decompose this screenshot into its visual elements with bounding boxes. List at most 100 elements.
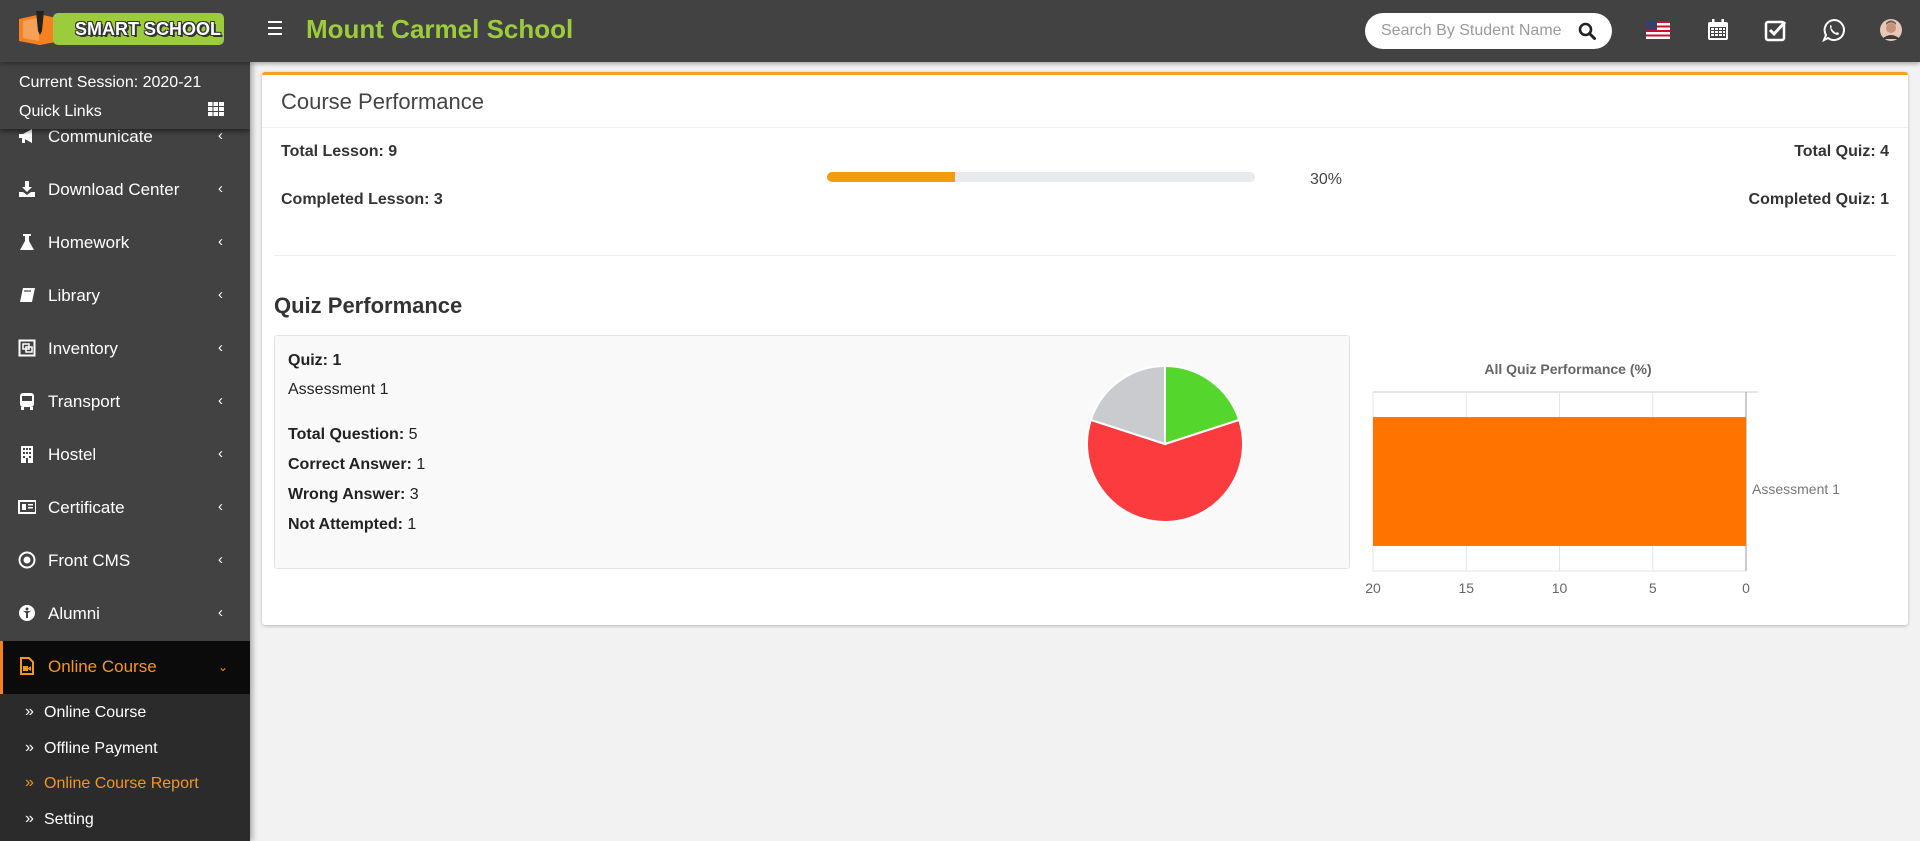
chevron-left-icon: ‹ <box>218 286 223 303</box>
student-search <box>1365 13 1612 49</box>
chevron-left-icon: ‹ <box>218 392 223 409</box>
quiz-number: Quiz: 1 <box>288 352 342 369</box>
submenu-item-setting[interactable]: » Setting <box>0 804 250 840</box>
chevron-left-icon: ‹ <box>218 180 223 197</box>
correct-answer-label: Correct Answer: <box>288 456 412 473</box>
chevron-left-icon: ‹ <box>218 551 223 568</box>
double-chevron-right-icon: » <box>25 703 34 720</box>
sidebar-item-online-course[interactable]: Online Course ⌄ <box>0 641 250 694</box>
flask-icon <box>20 234 34 250</box>
sidebar-item-label: Download Center <box>48 180 180 199</box>
double-chevron-right-icon: » <box>25 809 34 827</box>
sidebar-nav: Communicate ‹ Download Center ‹ Homework… <box>0 111 250 841</box>
sidebar-item-label: Certificate <box>48 498 125 517</box>
sidebar-item-label: Front CMS <box>48 551 131 570</box>
current-session[interactable]: Current Session: 2020-21 <box>19 74 201 92</box>
cms-icon <box>18 551 36 569</box>
whatsapp-icon[interactable] <box>1821 17 1847 43</box>
sidebar-item-label: Inventory <box>48 339 118 358</box>
total-question-value: 5 <box>408 426 418 443</box>
quick-links-link[interactable]: Quick Links <box>19 103 102 121</box>
bullhorn-icon <box>19 129 32 143</box>
submenu-item-label: Offline Payment <box>44 739 158 757</box>
sidebar-item-label: Communicate <box>48 127 153 146</box>
sidebar-item-alumni[interactable]: Alumni ‹ <box>0 588 250 641</box>
chevron-left-icon: ‹ <box>218 498 223 515</box>
sidebar-item-label: Alumni <box>48 604 100 623</box>
quiz-name: Assessment 1 <box>288 381 389 398</box>
grid-icon[interactable] <box>208 102 224 116</box>
submenu-item-label: Online Course Report <box>44 775 199 792</box>
quiz-details-panel: Quiz: 1 Assessment 1 Total Question: 5 C… <box>274 335 1350 569</box>
download-icon <box>19 181 35 197</box>
online-course-submenu: » Online Course » Offline Payment » Onli… <box>0 694 250 841</box>
total-question-row: Total Question: 5 <box>288 426 418 444</box>
x-tick-label: 10 <box>1552 580 1568 596</box>
chart-title: All Quiz Performance (%) <box>1484 361 1651 377</box>
completed-lesson: Completed Lesson: 3 <box>281 191 443 208</box>
check-square-icon[interactable] <box>1763 17 1789 43</box>
submenu-item-offline-payment[interactable]: » Offline Payment <box>0 733 250 769</box>
calendar-icon[interactable] <box>1705 17 1731 43</box>
quiz-performance-title: Quiz Performance <box>274 293 463 318</box>
quiz-pie-chart <box>1086 364 1244 523</box>
chevron-left-icon: ‹ <box>218 233 223 250</box>
double-chevron-right-icon: » <box>25 738 34 756</box>
bar-assessment-1[interactable] <box>1373 417 1746 546</box>
inventory-icon <box>18 339 36 357</box>
alumni-icon <box>19 605 35 621</box>
sidebar-item-hostel[interactable]: Hostel ‹ <box>0 429 250 482</box>
search-icon[interactable] <box>1578 22 1596 40</box>
submenu-item-online-course[interactable]: » Online Course <box>0 697 250 733</box>
sidebar-item-label: Library <box>48 286 100 305</box>
top-header: SMART SCHOOL Mount Carmel School <box>0 0 1920 62</box>
sidebar-item-transport[interactable]: Transport ‹ <box>0 376 250 429</box>
progress-fill <box>827 172 956 182</box>
wrong-answer-value: 3 <box>409 486 419 503</box>
sidebar-item-inventory[interactable]: Inventory ‹ <box>0 323 250 376</box>
sidebar-item-download-center[interactable]: Download Center ‹ <box>0 164 250 217</box>
total-quiz: Total Quiz: 4 <box>1794 143 1889 160</box>
wrong-answer-row: Wrong Answer: 3 <box>288 486 419 504</box>
divider <box>274 255 1896 256</box>
sidebar-item-certificate[interactable]: Certificate ‹ <box>0 482 250 535</box>
progress-percent: 30% <box>1310 171 1343 188</box>
completed-quiz: Completed Quiz: 1 <box>1748 191 1889 208</box>
course-performance-card: Course Performance Total Lesson: 9 Compl… <box>262 72 1908 625</box>
total-question-label: Total Question: <box>288 426 405 443</box>
chevron-down-icon: ⌄ <box>218 660 229 674</box>
session-panel: Current Session: 2020-21 Quick Links <box>0 62 250 129</box>
correct-answer-row: Correct Answer: 1 <box>288 456 425 474</box>
x-tick-label: 20 <box>1365 580 1381 596</box>
all-quiz-bar-chart: All Quiz Performance (%) 20 15 10 5 0 Assess… <box>1365 361 1840 596</box>
menu-toggle-icon[interactable] <box>266 17 288 43</box>
sidebar: Current Session: 2020-21 Quick Links Com… <box>0 62 250 841</box>
correct-answer-value: 1 <box>416 456 426 473</box>
total-lesson: Total Lesson: 9 <box>281 143 398 160</box>
us-flag-icon[interactable] <box>1645 17 1671 43</box>
sidebar-item-library[interactable]: Library ‹ <box>0 270 250 323</box>
school-name: Mount Carmel School <box>306 14 574 44</box>
building-icon <box>21 446 33 463</box>
x-tick-label: 5 <box>1649 580 1657 596</box>
sidebar-item-label: Hostel <box>48 445 97 464</box>
submenu-item-online-course-report[interactable]: » Online Course Report <box>0 768 250 804</box>
sidebar-item-label: Online Course <box>48 657 157 676</box>
divider <box>262 127 1908 128</box>
search-input[interactable] <box>1381 21 1566 41</box>
x-tick-label: 0 <box>1742 580 1750 596</box>
user-avatar[interactable] <box>1878 17 1904 43</box>
wrong-answer-label: Wrong Answer: <box>288 486 406 503</box>
not-attempted-label: Not Attempted: <box>288 516 403 533</box>
course-progress-bar <box>827 172 1255 182</box>
x-tick-label: 15 <box>1458 580 1474 596</box>
card-title: Course Performance <box>281 89 484 114</box>
certificate-icon <box>18 500 36 514</box>
sidebar-item-label: Transport <box>48 392 121 411</box>
category-label: Assessment 1 <box>1752 481 1840 497</box>
video-file-icon <box>20 657 34 675</box>
smart-school-logo[interactable]: SMART SCHOOL <box>17 11 224 47</box>
submenu-item-label: Online Course <box>44 704 147 721</box>
sidebar-item-homework[interactable]: Homework ‹ <box>0 217 250 270</box>
sidebar-item-front-cms[interactable]: Front CMS ‹ <box>0 535 250 588</box>
